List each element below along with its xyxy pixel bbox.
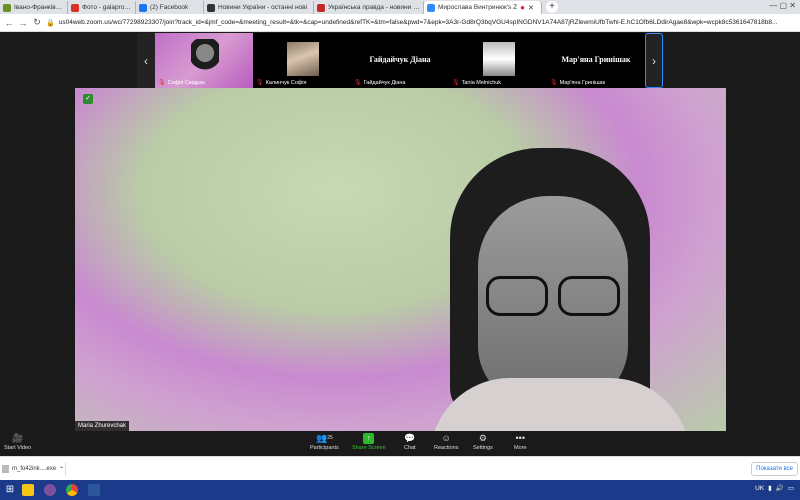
facebook-icon xyxy=(139,3,147,12)
participant-tile[interactable]: Гайдайчук Діана 🎙 Гайдайчук Діана xyxy=(351,33,449,88)
speaker-figure xyxy=(430,148,690,431)
glasses-lens xyxy=(558,276,620,316)
video-off-icon: 🎥 xyxy=(11,433,24,443)
favicon-icon xyxy=(3,3,11,12)
browser-tab-5[interactable]: Українська правда - новини он xyxy=(314,1,424,14)
browser-tab-2[interactable]: Фото - galaprotsiv@gmail.com xyxy=(68,1,136,14)
browser-tab-3[interactable]: (2) Facebook xyxy=(136,1,204,14)
downloads-bar: m_fo42ink....exe ⌃ Показати все xyxy=(0,456,800,480)
glasses-lens xyxy=(486,276,548,316)
participant-tile[interactable]: Мар'яна Гринішак 🎙 Мар'яна Гринішак xyxy=(547,33,645,88)
download-item[interactable]: m_fo42ink....exe ⌃ xyxy=(2,462,66,476)
tab-label: Фото - galaprotsiv@gmail.com xyxy=(82,4,132,11)
gallery-next-icon[interactable]: › xyxy=(645,33,663,88)
active-speaker-video: ✓ Maria Zhurevchak xyxy=(75,88,726,431)
mic-muted-icon: 🎙 xyxy=(550,80,558,86)
mic-muted-icon: 🎙 xyxy=(452,80,460,86)
reload-icon[interactable]: ↻ xyxy=(32,17,42,28)
participants-count: 25 xyxy=(327,435,333,441)
browser-tab-4[interactable]: Новини України - останні нові xyxy=(204,1,314,14)
participant-tile[interactable]: 🎙 Калинчук Софія xyxy=(253,33,351,88)
gallery-strip: ‹ 🎙 Софія Свідрак 🎙 Калинчук Софія Гайдайч… xyxy=(137,33,665,88)
file-icon xyxy=(2,465,9,473)
taskbar-folder-icon[interactable] xyxy=(17,481,39,499)
active-speaker-name: Maria Zhurevchak xyxy=(75,421,130,431)
more-icon: ••• xyxy=(515,433,525,443)
forward-icon[interactable]: → xyxy=(18,18,28,28)
participant-display-name: Гайдайчук Діана xyxy=(369,55,431,64)
share-screen-button[interactable]: ↑ Share Screen xyxy=(352,433,386,451)
settings-button[interactable]: ⚙ Settings xyxy=(473,433,493,451)
download-filename: m_fo42ink....exe xyxy=(12,466,57,472)
browser-tab-1[interactable]: Івано-Франківський і xyxy=(0,1,68,14)
mic-muted-icon: 🎙 xyxy=(158,80,166,86)
tab-label: Івано-Франківський і xyxy=(14,4,64,11)
participant-name: 🎙 Калинчук Софія xyxy=(256,79,307,87)
language-indicator[interactable]: UK xyxy=(755,485,764,492)
close-tab-icon[interactable]: ✕ xyxy=(528,4,534,12)
mic-muted-icon: 🎙 xyxy=(256,80,264,86)
participants-icon: 👥25 xyxy=(315,433,333,443)
participant-display-name: Мар'яна Гринішак xyxy=(561,55,631,64)
address-bar: ← → ↻ 🔒 us04web.zoom.us/wc/77298923307/j… xyxy=(0,14,800,32)
window-controls[interactable]: — ▢ ✕ xyxy=(769,1,796,10)
chevron-up-icon[interactable]: ⌃ xyxy=(59,466,64,473)
participant-tile[interactable]: 🎙 Софія Свідрак xyxy=(155,33,253,88)
meeting-toolbar: 🎥 Start Video 👥25 Participants ↑ Share S… xyxy=(0,431,800,456)
reactions-button[interactable]: ☺ Reactions xyxy=(434,433,458,451)
url-input[interactable]: us04web.zoom.us/wc/77298923307/join?trac… xyxy=(59,19,799,26)
taskbar-chrome-icon[interactable] xyxy=(61,481,83,499)
zoom-icon xyxy=(427,3,435,12)
chat-button[interactable]: 💬 Chat xyxy=(404,433,416,451)
participant-tile[interactable]: 🎙 Tania Melnichuk xyxy=(449,33,547,88)
tab-label: Українська правда - новини он xyxy=(328,4,420,11)
recording-dot-icon: ● xyxy=(520,3,525,12)
browser-tab-6-active[interactable]: Мирослава Винтринюк's Z ● ✕ xyxy=(424,1,542,14)
back-icon[interactable]: ← xyxy=(4,18,14,28)
chat-icon: 💬 xyxy=(404,433,416,443)
windows-taskbar: ⊞ UK ▮ 🔊 ▭ xyxy=(0,480,800,500)
pravda-icon xyxy=(317,3,325,12)
gallery-prev-icon[interactable]: ‹ xyxy=(137,33,155,88)
participant-photo xyxy=(483,42,515,76)
taskbar-word-icon[interactable] xyxy=(83,481,105,499)
participant-name: 🎙 Софія Свідрак xyxy=(158,79,205,87)
gmail-icon xyxy=(71,3,79,12)
lock-icon[interactable]: 🔒 xyxy=(46,19,55,27)
share-screen-icon: ↑ xyxy=(363,433,375,444)
network-icon[interactable]: ▮ xyxy=(768,484,772,492)
windows-start-icon[interactable]: ⊞ xyxy=(3,483,17,497)
tab-label: (2) Facebook xyxy=(150,4,189,11)
system-tray: UK ▮ 🔊 ▭ xyxy=(755,484,794,493)
participant-name: 🎙 Tania Melnichuk xyxy=(452,79,502,87)
tab-label: Новини України - останні нові xyxy=(218,4,308,11)
volume-icon[interactable]: 🔊 xyxy=(776,484,784,492)
show-all-button[interactable]: Показати все xyxy=(751,462,798,476)
participant-name: 🎙 Гайдайчук Діана xyxy=(354,79,406,87)
more-button[interactable]: ••• More xyxy=(514,433,527,451)
tab-label: Мирослава Винтринюк's Z xyxy=(438,4,518,11)
participant-photo xyxy=(287,42,319,76)
news-icon xyxy=(207,3,215,12)
browser-tab-bar: Івано-Франківський і Фото - galaprotsiv@… xyxy=(0,0,800,14)
gear-icon: ⚙ xyxy=(478,433,487,443)
reactions-icon: ☺ xyxy=(441,433,451,443)
notifications-icon[interactable]: ▭ xyxy=(788,484,794,492)
participant-name: 🎙 Мар'яна Гринішак xyxy=(550,79,605,87)
speaker-glasses xyxy=(478,276,628,320)
shield-icon[interactable]: ✓ xyxy=(83,94,93,104)
participant-video xyxy=(191,39,219,79)
new-tab-button[interactable]: + xyxy=(546,1,558,13)
start-video-button[interactable]: 🎥 Start Video xyxy=(4,433,31,451)
zoom-meeting: ‹ 🎙 Софія Свідрак 🎙 Калинчук Софія Гайдайч… xyxy=(0,32,800,456)
mic-muted-icon: 🎙 xyxy=(354,80,362,86)
participants-button[interactable]: 👥25 Participants xyxy=(310,433,339,451)
taskbar-viber-icon[interactable] xyxy=(39,481,61,499)
